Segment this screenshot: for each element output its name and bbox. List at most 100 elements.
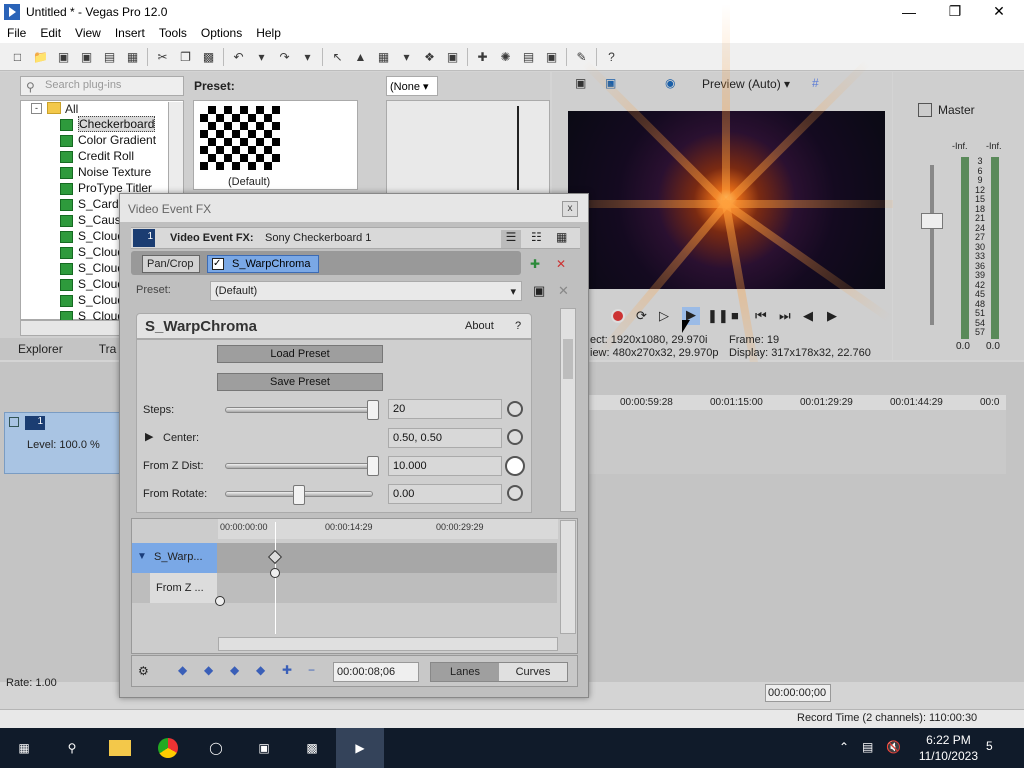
plugin-item-s-cloud[interactable]: S_Cloud [60, 261, 124, 277]
preview-properties-icon[interactable]: ▣ [575, 76, 591, 92]
network-icon[interactable]: ▤ [862, 740, 873, 754]
go-to-start-icon[interactable]: ⏮ [755, 308, 767, 324]
app-window-icon[interactable]: ▩ [288, 728, 336, 768]
overlays-icon[interactable]: # [812, 76, 828, 92]
master-bus-icon[interactable] [918, 103, 932, 117]
load-preset-button[interactable]: Load Preset [217, 345, 383, 363]
menu-tools[interactable]: Tools [152, 26, 194, 40]
kf-horizontal-scrollbar[interactable] [218, 637, 558, 651]
transition-select[interactable]: (None ▾ [386, 76, 438, 96]
paste-icon[interactable]: ▩ [201, 49, 217, 65]
cursor-time-field[interactable]: 00:00:00;00 [765, 684, 831, 702]
save-icon[interactable]: ▣ [56, 49, 72, 65]
selection-tool-icon[interactable]: ▦ [376, 49, 392, 65]
from-z-dist-value-field[interactable]: 10.000 [388, 456, 502, 476]
tab-lanes[interactable]: Lanes [431, 663, 499, 681]
security-shield-icon[interactable]: ◯ [192, 728, 240, 768]
next-frame-icon[interactable]: ▶ [827, 308, 837, 324]
delete-keyframe-icon[interactable]: − [308, 663, 315, 677]
auto-ripple-icon[interactable]: ❖ [422, 49, 438, 65]
redo-dropdown-icon[interactable]: ▾ [300, 49, 316, 65]
redo-icon[interactable]: ↷ [277, 49, 293, 65]
from-z-dist-animate-icon[interactable] [505, 456, 525, 476]
undo-dropdown-icon[interactable]: ▾ [254, 49, 270, 65]
chrome-icon[interactable] [144, 728, 192, 768]
checkerboard-preset-thumbnail[interactable] [200, 106, 280, 170]
tool-dropdown-icon[interactable]: ▾ [399, 49, 415, 65]
from-z-dist-slider[interactable] [225, 463, 373, 469]
parameters-scroll-thumb[interactable] [563, 339, 573, 379]
vegas-taskbar-icon[interactable]: ▶ [336, 728, 384, 768]
tab-curves[interactable]: Curves [499, 663, 567, 681]
previous-keyframe-icon[interactable]: ◆ [204, 663, 213, 677]
grouping-icon[interactable]: ▤ [521, 49, 537, 65]
plugin-item-checkerboard[interactable]: Checkerboard [60, 116, 156, 133]
keyframe-point[interactable] [270, 568, 280, 578]
from-z-dist-slider-thumb[interactable] [367, 456, 379, 476]
lock-envelopes-icon[interactable]: ▣ [445, 49, 461, 65]
copy-icon[interactable]: ❐ [178, 49, 194, 65]
from-rotate-slider-thumb[interactable] [293, 485, 305, 505]
plugin-item-s-cloud[interactable]: S_Cloud [60, 293, 124, 309]
from-rotate-value-field[interactable]: 0.00 [388, 484, 502, 504]
new-icon[interactable]: □ [10, 49, 26, 65]
cut-icon[interactable]: ✂ [155, 49, 171, 65]
expand-center-icon[interactable]: ▶ [145, 430, 153, 443]
center-animate-icon[interactable] [507, 429, 523, 445]
fx-enabled-checkbox[interactable]: ✓ [212, 258, 224, 270]
plugin-chain-icon[interactable]: ✚ [530, 257, 540, 271]
steps-slider-thumb[interactable] [367, 400, 379, 420]
fx-preset-select[interactable]: (Default) ▾ [210, 281, 522, 301]
go-to-end-icon[interactable]: ⏭ [779, 308, 791, 324]
first-keyframe-icon[interactable]: ◆ [178, 663, 187, 677]
volume-muted-icon[interactable]: 🔇 [886, 740, 901, 754]
kf-vertical-scrollbar[interactable] [560, 520, 576, 634]
auto-crossfade-icon[interactable]: ✺ [498, 49, 514, 65]
plugin-item-noise-texture[interactable]: Noise Texture [60, 165, 151, 181]
from-rotate-animate-icon[interactable] [507, 485, 523, 501]
davinci-icon[interactable]: ▣ [240, 728, 288, 768]
windows-start-icon[interactable]: ▦ [0, 728, 48, 768]
center-value-field[interactable]: 0.50, 0.50 [388, 428, 502, 448]
split-screen-icon[interactable]: ◉ [665, 76, 681, 92]
fx-dialog-close-button[interactable]: x [562, 201, 578, 217]
plugin-item-credit-roll[interactable]: Credit Roll [60, 149, 134, 165]
loop-playback-icon[interactable]: ⟳ [636, 308, 647, 324]
menu-edit[interactable]: Edit [33, 26, 68, 40]
video-track-lane[interactable] [588, 410, 1006, 474]
minimize-button[interactable]: — [886, 0, 932, 23]
about-button[interactable]: About [465, 320, 494, 332]
chain-pan-crop[interactable]: Pan/Crop [142, 255, 200, 273]
whats-this-help-icon[interactable]: ? [604, 49, 620, 65]
render-icon[interactable]: ▤ [102, 49, 118, 65]
kf-track-from-z[interactable]: From Z ... [150, 573, 217, 603]
play-from-start-icon[interactable]: ▷ [659, 308, 669, 324]
save-preset-icon[interactable]: ▣ [533, 283, 545, 299]
fx-view-grid-icon[interactable]: ▦ [556, 230, 567, 244]
chain-s-warpchroma[interactable]: ✓ S_WarpChroma [207, 255, 319, 273]
show-hidden-icons-icon[interactable]: ⌃ [839, 740, 849, 754]
remove-plugin-icon[interactable]: ✕ [556, 257, 566, 271]
sync-cursor-icon[interactable]: ⚙ [138, 664, 149, 678]
add-keyframe-icon[interactable]: ✚ [282, 663, 292, 677]
track-minimize-icon[interactable] [9, 417, 19, 427]
video-track-header[interactable]: 1 Level: 100.0 % [4, 412, 122, 474]
steps-slider[interactable] [225, 407, 373, 413]
search-icon[interactable]: ⚲ [48, 728, 96, 768]
taskbar-clock[interactable]: 6:22 PM 11/10/2023 [919, 732, 978, 764]
record-icon[interactable] [611, 309, 625, 323]
last-keyframe-icon[interactable]: ◆ [256, 663, 265, 677]
snapping-icon[interactable]: ✚ [475, 49, 491, 65]
timeline-ruler[interactable]: 00:00:59:28 00:01:15:00 00:01:29:29 00:0… [588, 395, 1006, 411]
menu-help[interactable]: Help [249, 26, 288, 40]
stop-icon[interactable]: ■ [731, 308, 739, 323]
menu-options[interactable]: Options [194, 26, 249, 40]
delete-preset-icon[interactable]: ✕ [558, 283, 569, 299]
plugin-item-s-cloud[interactable]: S_Cloud [60, 245, 124, 261]
menu-view[interactable]: View [68, 26, 108, 40]
open-icon[interactable]: 📁 [33, 49, 49, 65]
keyframe-time-field[interactable]: 00:00:08;06 [333, 662, 419, 682]
keyframe-point[interactable] [215, 596, 225, 606]
save-as-icon[interactable]: ▣ [79, 49, 95, 65]
close-button[interactable]: ✕ [976, 0, 1022, 23]
